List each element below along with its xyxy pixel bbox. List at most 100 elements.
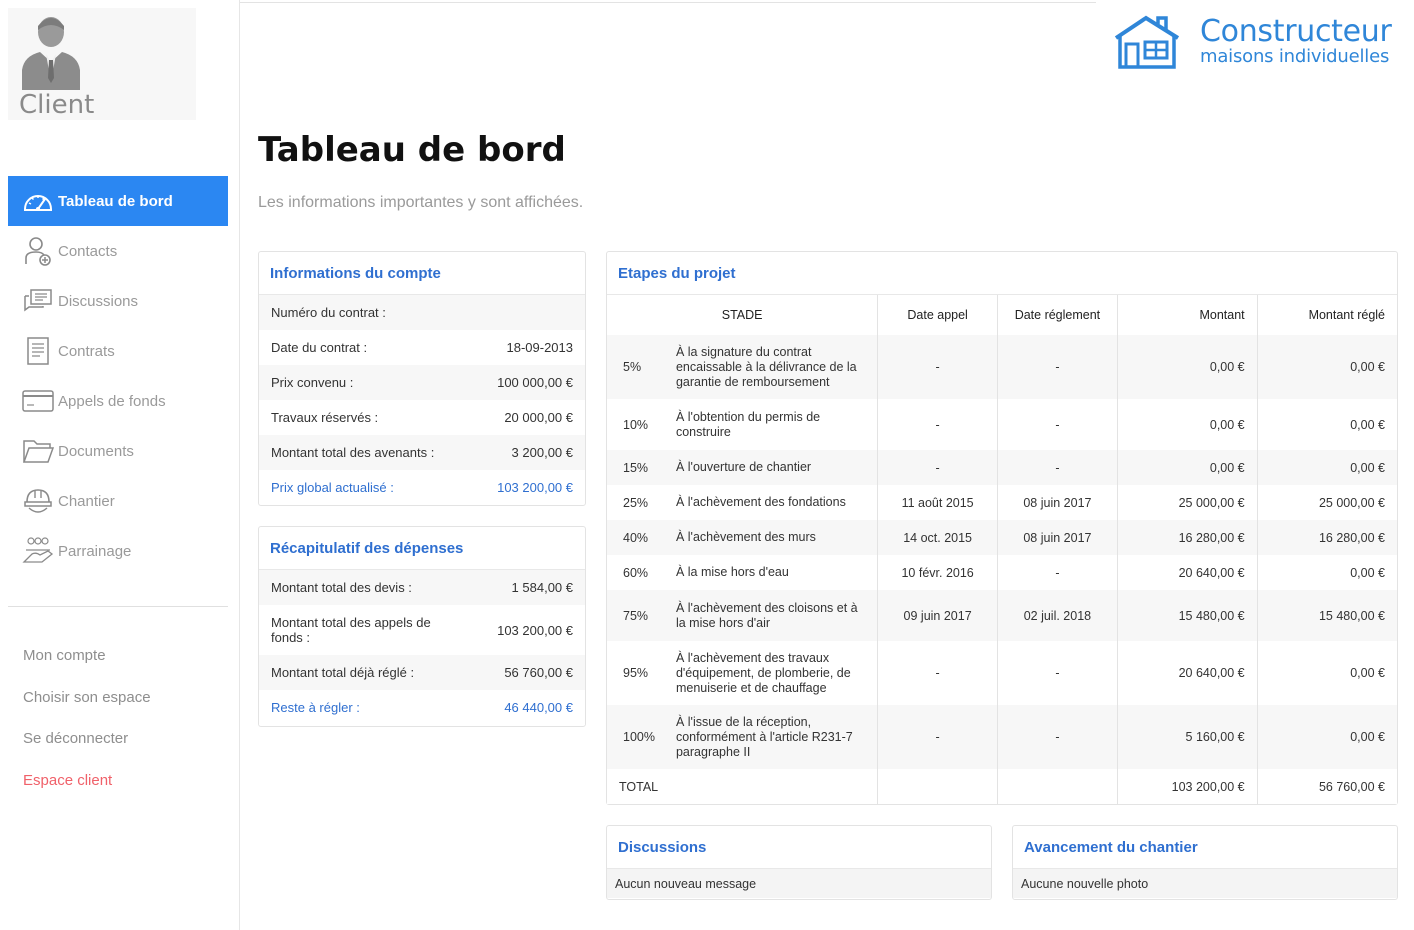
step-stade: À l'obtention du permis de construire — [665, 399, 879, 450]
table-row: 10% À l'obtention du permis de construir… — [607, 399, 1397, 450]
sidebar-item-appels-de-fonds[interactable]: Appels de fonds — [8, 376, 228, 426]
top-divider — [240, 2, 1096, 3]
site-progress-card: Avancement du chantier Aucune nouvelle p… — [1012, 825, 1398, 900]
col-header-montant-regle: Montant réglé — [1308, 308, 1385, 322]
step-montant-regle: 0,00 € — [1350, 460, 1385, 475]
logo-title: Constructeur — [1200, 14, 1392, 49]
discussions-empty-message: Aucun nouveau message — [607, 869, 991, 898]
step-stade: À l'achèvement des travaux d'équipement,… — [665, 641, 879, 705]
step-montant-regle: 0,00 € — [1350, 360, 1385, 374]
sidebar-item-contacts[interactable]: Contacts — [8, 226, 228, 276]
logo-subtitle: maisons individuelles — [1200, 46, 1390, 67]
step-percent: 60% — [623, 565, 649, 580]
step-date-reglement: - — [997, 555, 1118, 590]
table-total-row: TOTAL 103 200,00 € 56 760,00 € — [607, 769, 1397, 804]
step-date-reglement: - — [997, 399, 1118, 450]
row-value: 103 200,00 € — [497, 622, 573, 638]
account-row-agreed-price: Prix convenu : 100 000,00 € — [259, 365, 585, 400]
row-value: 3 200,00 € — [511, 445, 573, 460]
sidebar-item-label: Contrats — [58, 342, 115, 360]
mon-compte-link[interactable]: Mon compte — [23, 646, 151, 688]
sidebar-item-tableau-de-bord[interactable]: Tableau de bord — [8, 176, 228, 226]
table-row: 100% À l'issue de la réception, conformé… — [607, 705, 1397, 769]
total-label: TOTAL — [607, 769, 879, 804]
sidebar-item-label: Discussions — [58, 292, 139, 310]
table-header-row: STADE Date appel Date réglement Montant … — [607, 295, 1397, 335]
step-montant: 20 640,00 € — [1117, 641, 1258, 705]
table-row: 75% À l'achèvement des cloisons et à la … — [607, 590, 1397, 641]
row-label: Date du contrat : — [271, 340, 368, 355]
step-montant: 0,00 € — [1117, 399, 1258, 450]
expenses-row-quotes: Montant total des devis : 1 584,00 € — [259, 570, 585, 605]
house-logo-icon — [1114, 15, 1180, 69]
table-row: 15% À l'ouverture de chantier - - 0,00 €… — [607, 450, 1397, 485]
account-row-reserved-works: Travaux réservés : 20 000,00 € — [259, 400, 585, 435]
account-info-card: Informations du compte Numéro du contrat… — [258, 251, 586, 506]
step-stade: À la mise hors d'eau — [665, 555, 879, 590]
step-date-reglement: - — [997, 705, 1118, 769]
step-montant: 25 000,00 € — [1117, 485, 1258, 520]
expenses-row-paid: Montant total déjà réglé : 56 760,00 € — [259, 655, 585, 690]
choisir-espace-link[interactable]: Choisir son espace — [23, 688, 151, 730]
step-montant-regle: 0,00 € — [1350, 730, 1385, 744]
sidebar-item-parrainage[interactable]: Parrainage — [8, 526, 228, 576]
card-title: Informations du compte — [259, 252, 585, 295]
sidebar-item-documents[interactable]: Documents — [8, 426, 228, 476]
step-date-appel: - — [877, 450, 998, 485]
sidebar-item-contrats[interactable]: Contrats — [8, 326, 228, 376]
step-date-appel: - — [877, 399, 998, 450]
account-info-list: Numéro du contrat : Date du contrat : 18-… — [259, 295, 585, 505]
step-date-reglement: 02 juil. 2018 — [997, 590, 1118, 641]
card-title[interactable]: Discussions — [607, 826, 991, 869]
card-title: Etapes du projet — [607, 252, 1397, 295]
table-row: 40% À l'achèvement des murs 14 oct. 2015… — [607, 520, 1397, 555]
step-date-appel: 14 oct. 2015 — [877, 520, 998, 555]
page-title: Tableau de bord — [258, 130, 566, 170]
total-empty-cell — [877, 769, 998, 804]
step-stade: À la signature du contrat encaissable à … — [665, 335, 879, 399]
step-montant-regle: 15 480,00 € — [1318, 608, 1385, 623]
sidebar-item-label: Appels de fonds — [58, 392, 166, 410]
table-row: 95% À l'achèvement des travaux d'équipem… — [607, 641, 1397, 705]
sidebar-item-chantier[interactable]: Chantier — [8, 476, 228, 526]
row-value: 103 200,00 € — [497, 480, 573, 495]
company-logo[interactable]: Constructeur maisons individuelles — [1112, 12, 1402, 72]
col-header-montant: Montant — [1117, 295, 1258, 335]
row-label: Prix convenu : — [271, 375, 354, 390]
row-label: Montant total des devis : — [271, 580, 412, 595]
row-label: Montant total des avenants : — [271, 445, 435, 460]
chat-icon — [22, 285, 54, 317]
total-montant: 103 200,00 € — [1117, 769, 1258, 804]
col-header-stade: STADE — [607, 295, 879, 335]
card-title[interactable]: Avancement du chantier — [1013, 826, 1397, 869]
row-value: 100 000,00 € — [497, 375, 573, 390]
step-montant: 15 480,00 € — [1117, 590, 1258, 641]
sidebar-item-label: Tableau de bord — [58, 192, 173, 210]
logout-link[interactable]: Se déconnecter — [23, 729, 151, 771]
expenses-row-remaining: Reste à régler : 46 440,00 € — [259, 690, 585, 725]
credit-card-icon — [22, 385, 54, 417]
sidebar-item-label: Contacts — [58, 242, 118, 260]
espace-client-link[interactable]: Espace client — [23, 771, 151, 813]
table-row: 60% À la mise hors d'eau 10 févr. 2016 -… — [607, 555, 1397, 590]
card-title: Récapitulatif des dépenses — [259, 527, 585, 570]
step-date-appel: 11 août 2015 — [877, 485, 998, 520]
row-value: 1 584,00 € — [511, 580, 573, 595]
step-stade: À l'achèvement des fondations — [665, 485, 879, 520]
sidebar-item-label: Documents — [58, 442, 134, 460]
step-stade: À l'ouverture de chantier — [665, 450, 879, 485]
user-avatar-icon — [22, 17, 80, 90]
table-row: 5% À la signature du contrat encaissable… — [607, 335, 1397, 399]
step-date-appel: - — [877, 705, 998, 769]
step-percent: 10% — [623, 417, 649, 432]
step-percent: 40% — [623, 530, 649, 545]
step-montant: 5 160,00 € — [1117, 705, 1258, 769]
sidebar-item-label: Chantier — [58, 492, 115, 510]
sidebar-item-discussions[interactable]: Discussions — [8, 276, 228, 326]
project-steps-table: STADE Date appel Date réglement Montant … — [607, 295, 1397, 804]
step-stade: À l'issue de la réception, conformément … — [665, 705, 879, 769]
step-stade: À l'achèvement des murs — [665, 520, 879, 555]
sidebar-nav: Tableau de bord Contacts Discussions Con… — [8, 176, 228, 576]
step-montant-regle: 25 000,00 € — [1318, 495, 1385, 510]
expenses-row-fund-calls: Montant total des appels de fonds : 103 2… — [259, 605, 585, 655]
